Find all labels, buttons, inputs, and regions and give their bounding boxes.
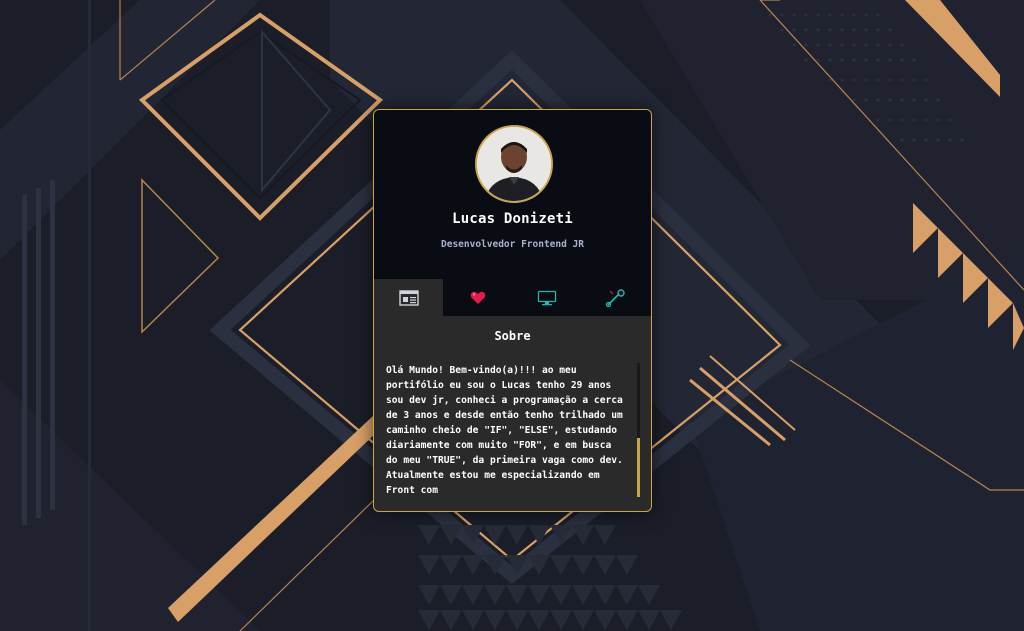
document-icon <box>398 289 419 306</box>
scrollbar-thumb[interactable] <box>637 438 640 497</box>
wrench-icon <box>606 288 626 307</box>
tab-bar <box>374 279 651 316</box>
profile-role: Desenvolvedor Frontend JR <box>441 239 584 250</box>
profile-header: Lucas Donizeti Desenvolvedor Frontend JR <box>374 110 651 279</box>
tab-projects[interactable] <box>513 279 582 316</box>
scrollbar[interactable] <box>637 363 640 497</box>
monitor-icon <box>537 290 557 305</box>
about-text: Olá Mundo! Bem-vindo(a)!!! ao meu portif… <box>386 365 623 496</box>
profile-card: Lucas Donizeti Desenvolvedor Frontend JR <box>373 109 652 512</box>
tab-interests[interactable] <box>443 279 512 316</box>
profile-name: Lucas Donizeti <box>452 211 573 227</box>
tab-about[interactable] <box>374 279 444 316</box>
section-title: Sobre <box>494 329 531 343</box>
heart-icon <box>470 291 486 304</box>
tab-skills[interactable] <box>582 279 651 316</box>
about-scroll-area[interactable]: Olá Mundo! Bem-vindo(a)!!! ao meu portif… <box>386 363 640 499</box>
avatar <box>475 125 553 203</box>
avatar-photo <box>477 127 551 201</box>
